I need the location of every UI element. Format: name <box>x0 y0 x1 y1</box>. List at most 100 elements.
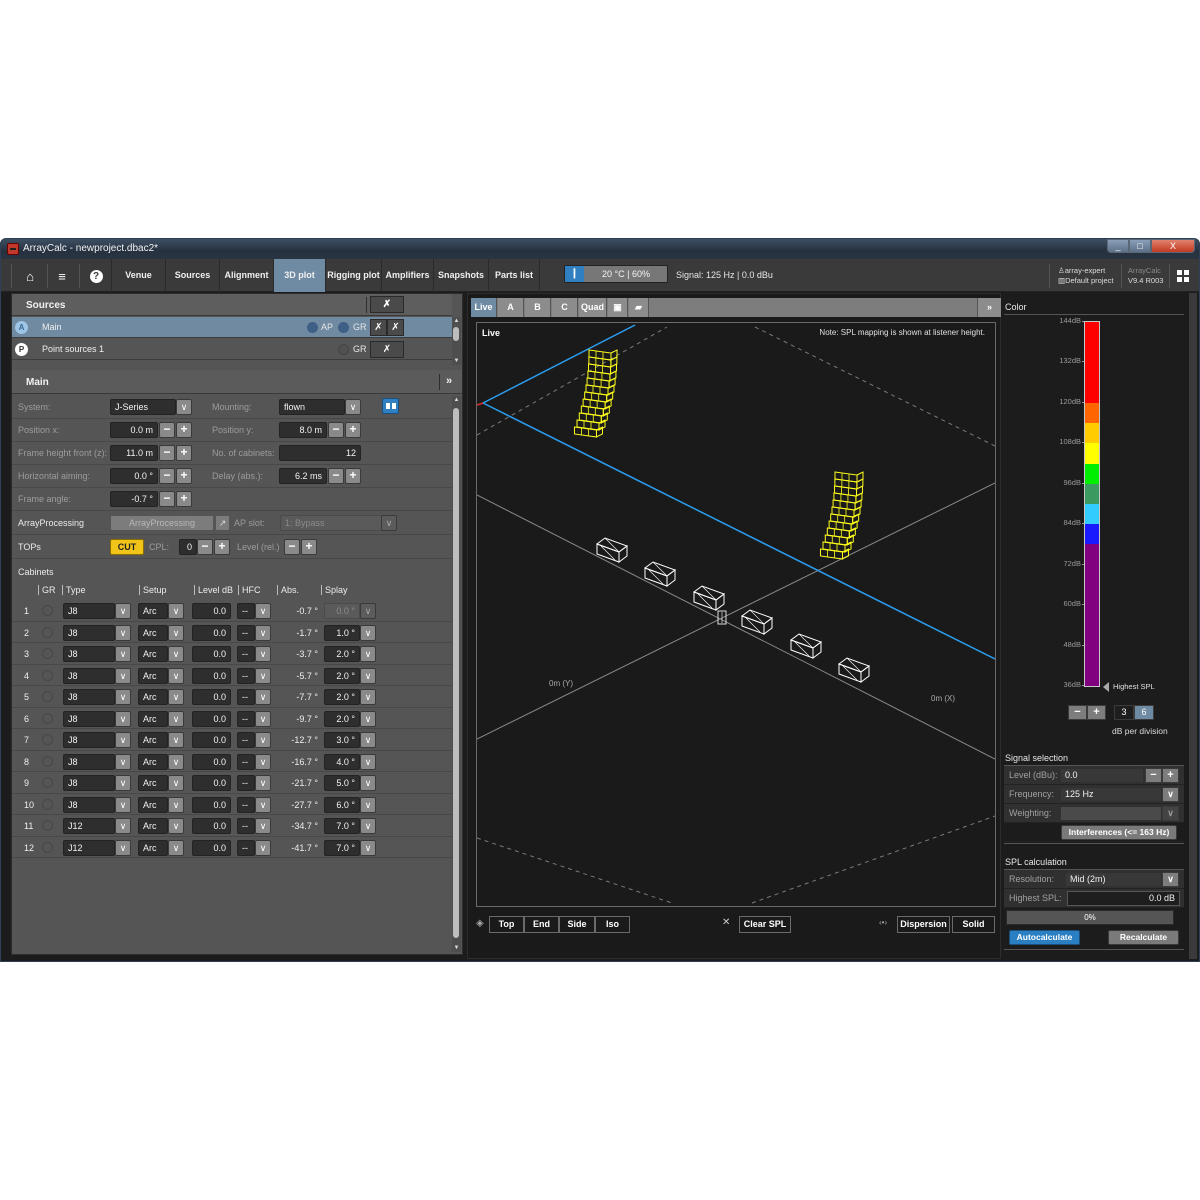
chevron-down-icon[interactable]: ∨ <box>255 796 271 813</box>
decrement-button[interactable]: − <box>159 445 175 461</box>
decrement-button[interactable]: − <box>159 491 175 507</box>
folder-open-icon[interactable]: ▰ <box>629 298 649 317</box>
chevron-down-icon[interactable]: ∨ <box>168 710 184 727</box>
decrement-button[interactable]: − <box>284 539 300 555</box>
chevron-down-icon[interactable]: ∨ <box>360 603 376 619</box>
gr-radio[interactable] <box>42 626 53 638</box>
chevron-down-icon[interactable]: ∨ <box>168 667 184 684</box>
chevron-down-icon[interactable]: ∨ <box>345 399 361 415</box>
frequency-select[interactable]: 125 Hz <box>1060 787 1162 802</box>
chevron-down-icon[interactable]: ∨ <box>168 603 184 619</box>
chevron-down-icon[interactable]: ∨ <box>115 667 131 684</box>
chevron-down-icon[interactable]: ∨ <box>168 732 184 748</box>
type-select[interactable]: J8 <box>63 624 115 641</box>
delay-field[interactable]: 6.2 ms <box>279 468 327 484</box>
splay-select[interactable]: 7.0 ° <box>324 818 360 834</box>
panel-splitter[interactable] <box>1189 293 1197 959</box>
chevron-down-icon[interactable]: ∨ <box>255 646 271 662</box>
setup-select[interactable]: Arc <box>138 689 168 705</box>
splay-select[interactable]: 2.0 ° <box>324 689 360 705</box>
view-side-button[interactable]: Side <box>559 916 595 933</box>
array-processing-button[interactable]: ArrayProcessing <box>110 515 214 531</box>
chevron-down-icon[interactable]: ∨ <box>360 667 376 684</box>
chevron-down-icon[interactable]: ∨ <box>168 689 184 705</box>
external-link-icon[interactable]: ↗ <box>215 515 230 531</box>
recalculate-button[interactable]: Recalculate <box>1108 930 1179 945</box>
layers-icon[interactable]: ◈ <box>476 918 484 929</box>
sources-scrollbar[interactable]: ▲ ▼ <box>452 317 461 365</box>
gr-radio[interactable] <box>42 755 53 767</box>
mute-button[interactable]: ✗ <box>387 319 404 336</box>
frame-height-field[interactable]: 11.0 m <box>110 445 158 461</box>
source-item-main[interactable]: A Main AP GR ✗ ✗ <box>12 317 452 338</box>
chevron-down-icon[interactable]: ∨ <box>115 624 131 641</box>
chevron-down-icon[interactable]: ∨ <box>360 818 376 834</box>
line-array-left[interactable] <box>573 349 618 438</box>
climate-button[interactable]: ❙ 20 °C | 60% <box>564 265 668 283</box>
gr-radio[interactable] <box>42 777 53 788</box>
level-field[interactable]: 0.0 <box>192 753 231 770</box>
increment-button[interactable]: + <box>345 468 361 484</box>
tab-a[interactable]: A <box>498 298 524 317</box>
chevron-down-icon[interactable]: ∨ <box>255 818 271 834</box>
chevron-down-icon[interactable]: ∨ <box>115 775 131 791</box>
hfc-select[interactable]: -- <box>237 689 255 705</box>
tab-live[interactable]: Live <box>471 298 497 317</box>
chevron-down-icon[interactable]: ∨ <box>115 603 131 619</box>
chevron-down-icon[interactable]: ∨ <box>255 667 271 684</box>
increment-button[interactable]: + <box>301 539 317 555</box>
splay-select[interactable]: 6.0 ° <box>324 796 360 813</box>
splay-select[interactable]: 3.0 ° <box>324 732 360 748</box>
expand-icon[interactable]: » <box>977 298 1001 317</box>
tab-quad[interactable]: Quad <box>579 298 607 317</box>
scroll-thumb[interactable] <box>453 408 459 938</box>
mute-all-button[interactable]: ✗ <box>370 296 404 313</box>
type-select[interactable]: J8 <box>63 646 115 662</box>
increment-button[interactable]: + <box>176 491 192 507</box>
chevron-down-icon[interactable]: ∨ <box>255 839 271 856</box>
increment-button[interactable]: + <box>345 422 361 438</box>
tab-venue[interactable]: Venue <box>111 259 165 292</box>
chevron-down-icon[interactable]: ∨ <box>360 710 376 727</box>
mounting-select[interactable]: flown <box>279 399 345 415</box>
chevron-down-icon[interactable]: ∨ <box>1162 806 1179 821</box>
gr-radio[interactable] <box>42 712 53 724</box>
3d-plot-canvas[interactable]: Live Note: SPL mapping is shown at liste… <box>476 322 996 907</box>
main-scrollbar[interactable]: ▲ ▼ <box>452 396 461 952</box>
setup-select[interactable]: Arc <box>138 775 168 791</box>
type-select[interactable]: J8 <box>63 667 115 684</box>
hfc-select[interactable]: -- <box>237 839 255 856</box>
type-select[interactable]: J12 <box>63 818 115 834</box>
clear-spl-button[interactable]: Clear SPL <box>739 916 791 933</box>
hfc-select[interactable]: -- <box>237 646 255 662</box>
minimize-button[interactable]: _ <box>1107 239 1129 253</box>
view-iso-button[interactable]: Iso <box>595 916 630 933</box>
setup-select[interactable]: Arc <box>138 839 168 856</box>
view-top-button[interactable]: Top <box>489 916 524 933</box>
scroll-up-icon[interactable]: ▲ <box>452 396 461 404</box>
level-field[interactable]: 0.0 <box>192 689 231 705</box>
interferences-button[interactable]: Interferences (<= 163 Hz) <box>1061 825 1177 840</box>
level-field[interactable]: 0.0 <box>192 624 231 641</box>
decrement-button[interactable]: − <box>197 539 213 555</box>
gr-radio[interactable] <box>42 820 53 831</box>
level-field[interactable]: 0.0 <box>192 818 231 834</box>
horizontal-aiming-field[interactable]: 0.0 ° <box>110 468 158 484</box>
position-x-field[interactable]: 0.0 m <box>110 422 158 438</box>
db-option-3[interactable]: 3 <box>1114 705 1134 720</box>
chevron-down-icon[interactable]: ∨ <box>360 646 376 662</box>
increment-button[interactable]: + <box>214 539 230 555</box>
dispersion-button[interactable]: Dispersion <box>897 916 950 933</box>
setup-select[interactable]: Arc <box>138 732 168 748</box>
chevron-down-icon[interactable]: ∨ <box>168 818 184 834</box>
type-select[interactable]: J12 <box>63 839 115 856</box>
level-field[interactable]: 0.0 <box>192 603 231 619</box>
chevron-down-icon[interactable]: ∨ <box>360 689 376 705</box>
scroll-up-icon[interactable]: ▲ <box>452 317 461 325</box>
increment-button[interactable]: + <box>1162 768 1179 783</box>
chevron-down-icon[interactable]: ∨ <box>360 839 376 856</box>
chevron-down-icon[interactable]: ∨ <box>168 646 184 662</box>
increment-button[interactable]: + <box>176 468 192 484</box>
chevron-down-icon[interactable]: ∨ <box>168 624 184 641</box>
chevron-down-icon[interactable]: ∨ <box>360 796 376 813</box>
